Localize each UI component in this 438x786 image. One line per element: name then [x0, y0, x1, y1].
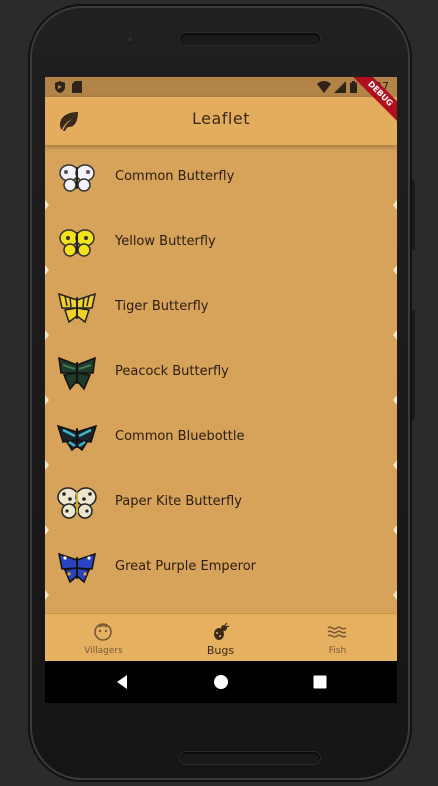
back-icon[interactable]: [114, 674, 130, 690]
edge-notch: [45, 460, 49, 470]
edge-notch: [393, 330, 397, 340]
waves-icon: [327, 626, 347, 638]
bottom-speaker: [180, 752, 320, 764]
bottom-navigation: Villagers Bugs Fish: [45, 613, 397, 662]
home-icon[interactable]: [213, 674, 229, 690]
status-bar: 27: [45, 77, 397, 97]
face-icon: [94, 623, 112, 641]
nav-villagers[interactable]: Villagers: [45, 614, 162, 662]
bug-name: Great Purple Emperor: [115, 559, 257, 574]
shield-icon: [55, 81, 65, 93]
app-screen: 27 DEBUG Leaflet Common Butterfly: [45, 77, 397, 703]
edge-notch: [45, 265, 49, 275]
system-navigation-bar: [45, 661, 397, 703]
peacock-butterfly-icon: [58, 356, 96, 391]
edge-notch: [45, 525, 49, 535]
front-camera: [126, 35, 134, 43]
earpiece-speaker: [180, 33, 320, 45]
recents-icon[interactable]: [312, 674, 328, 690]
bug-list: Common Butterfly Yellow Butterfly Tiger …: [45, 145, 397, 613]
white-butterfly-icon: [59, 164, 95, 192]
bug-name: Yellow Butterfly: [115, 234, 216, 249]
purple-emperor-butterfly-icon: [58, 552, 96, 584]
list-item[interactable]: Yellow Butterfly: [45, 210, 397, 275]
list-item[interactable]: Common Butterfly: [45, 145, 397, 210]
edge-notch: [45, 330, 49, 340]
tiger-butterfly-icon: [57, 292, 97, 324]
bug-name: Common Butterfly: [115, 169, 235, 184]
nav-bugs[interactable]: Bugs: [162, 614, 279, 662]
list-item[interactable]: Common Bluebottle: [45, 405, 397, 470]
signal-icon: [334, 81, 346, 93]
bluebottle-butterfly-icon: [57, 424, 97, 452]
nav-label: Fish: [328, 646, 347, 656]
nav-label: Villagers: [84, 646, 123, 656]
power-button: [412, 310, 415, 420]
bug-icon: [214, 622, 230, 640]
edge-notch: [393, 200, 397, 210]
edge-notch: [45, 200, 49, 210]
edge-notch: [393, 395, 397, 405]
bug-name: Common Bluebottle: [115, 429, 245, 444]
bug-name: Peacock Butterfly: [115, 364, 229, 379]
yellow-butterfly-icon: [59, 229, 95, 257]
bug-name: Tiger Butterfly: [115, 299, 209, 314]
edge-notch: [393, 525, 397, 535]
app-title: Leaflet: [192, 109, 250, 128]
nav-label: Bugs: [206, 644, 235, 657]
app-bar: Leaflet: [45, 97, 397, 145]
edge-notch: [393, 265, 397, 275]
edge-notch: [393, 590, 397, 600]
list-item[interactable]: Peacock Butterfly: [45, 340, 397, 405]
list-item[interactable]: Great Purple Emperor: [45, 535, 397, 600]
edge-notch: [45, 395, 49, 405]
volume-button: [412, 180, 415, 250]
paperkite-butterfly-icon: [57, 487, 97, 519]
edge-notch: [393, 460, 397, 470]
bug-name: Paper Kite Butterfly: [115, 494, 242, 509]
sim-card-icon: [72, 81, 82, 93]
nav-fish[interactable]: Fish: [279, 614, 396, 662]
list-item[interactable]: Tiger Butterfly: [45, 275, 397, 340]
edge-notch: [45, 590, 49, 600]
battery-icon: [350, 81, 357, 93]
list-item[interactable]: Paper Kite Butterfly: [45, 470, 397, 535]
wifi-icon: [317, 81, 331, 93]
